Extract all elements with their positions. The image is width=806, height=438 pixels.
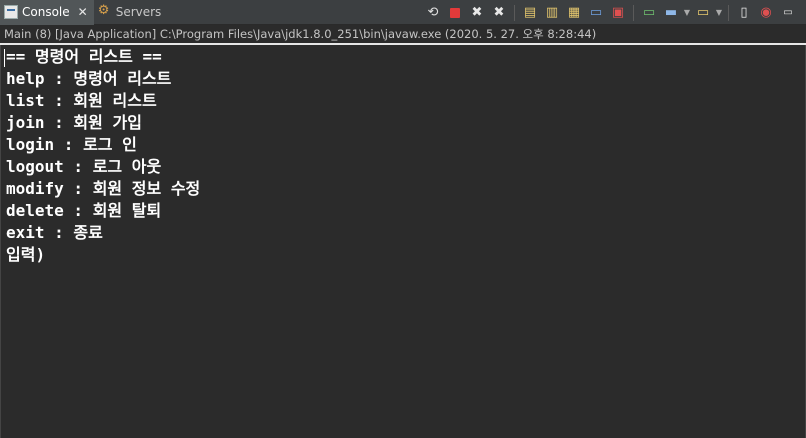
new-console-icon[interactable]: ▭ [693,3,713,23]
minimize-icon[interactable]: ▭ [778,3,798,23]
tab-console[interactable]: Console ✕ [0,0,94,25]
console-output[interactable]: == 명령어 리스트 == help : 명령어 리스트 list : 회원 리… [0,45,806,438]
console-input-prompt[interactable]: 입력) [6,244,805,266]
console-line: delete : 회원 탈퇴 [6,201,162,220]
close-icon[interactable]: ✕ [78,5,88,19]
remove-icon[interactable]: ✖ [467,3,487,23]
tab-servers-label: Servers [115,5,162,19]
console-line: login : 로그 인 [6,135,137,154]
tab-console-label: Console [22,5,70,19]
view-tab-bar: Console ✕ Servers ⟲ ✖ ✖ ▤ ▥ ▦ ▭ ▣ ▭ ▬ ▼ … [0,0,806,25]
console-line: == 명령어 리스트 == [6,47,162,66]
tab-servers[interactable]: Servers [94,0,168,25]
show-stdout-icon[interactable]: ▦ [564,3,584,23]
new-window-icon[interactable]: ◉ [756,3,776,23]
remove-all-icon[interactable]: ✖ [489,3,509,23]
toolbar-separator [633,4,634,21]
console-line: list : 회원 리스트 [6,91,157,110]
chevron-down-icon[interactable]: ▼ [715,3,723,23]
launch-info: Main (8) [Java Application] C:\Program F… [4,27,597,41]
console-toolbar: ⟲ ✖ ✖ ▤ ▥ ▦ ▭ ▣ ▭ ▬ ▼ ▭ ▼ ▯ ◉ ▭ [423,0,798,25]
copy-icon[interactable]: ▯ [734,3,754,23]
console-line: help : 명령어 리스트 [6,69,172,88]
remove-launch-icon[interactable]: ⟲ [423,3,443,23]
pin-console-icon[interactable]: ▣ [608,3,628,23]
text-caret [4,49,5,67]
word-wrap-icon[interactable]: ▥ [542,3,562,23]
open-console-icon[interactable]: ▬ [661,3,681,23]
chevron-down-icon[interactable]: ▼ [683,3,691,23]
toolbar-separator [728,4,729,21]
toolbar-separator [514,4,515,21]
console-line: join : 회원 가입 [6,113,142,132]
scroll-lock-icon[interactable]: ▤ [520,3,540,23]
console-icon [4,5,18,19]
console-line: logout : 로그 아웃 [6,157,162,176]
console-line: modify : 회원 정보 수정 [6,179,201,198]
servers-icon [98,3,112,19]
console-line: exit : 종료 [6,223,103,242]
show-stderr-icon[interactable]: ▭ [586,3,606,23]
terminate-icon[interactable] [445,3,465,23]
display-console-icon[interactable]: ▭ [639,3,659,23]
